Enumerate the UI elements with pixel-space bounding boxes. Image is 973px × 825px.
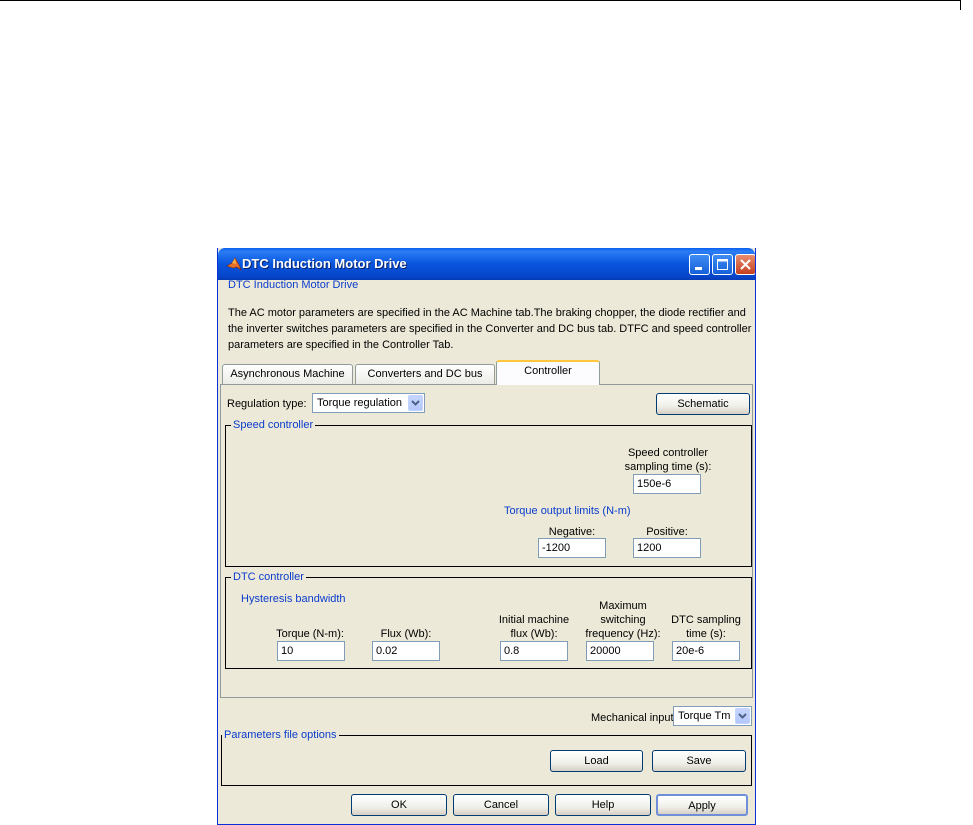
max-switching-label-line1: Maximum xyxy=(599,600,647,612)
description-line-2: the inverter switches parameters are spe… xyxy=(228,323,752,335)
dropdown-arrow-icon xyxy=(735,708,750,724)
dropdown-arrow-icon xyxy=(408,395,423,411)
controller-panel: Regulation type: Torque regulation Schem… xyxy=(220,384,753,698)
mechanical-input-value: Torque Tm xyxy=(678,710,731,722)
torque-output-limits-label: Torque output limits (N-m) xyxy=(504,505,631,517)
page-rule-end-tick xyxy=(960,0,961,10)
speed-sampling-label-line2: sampling time (s): xyxy=(624,461,712,473)
max-switching-label-line3: frequency (Hz): xyxy=(585,628,661,640)
maximize-icon xyxy=(717,259,728,270)
description-line-3: parameters are specified in the Controll… xyxy=(228,339,454,351)
flux-hysteresis-input[interactable]: 0.02 xyxy=(372,641,440,661)
save-button[interactable]: Save xyxy=(652,750,746,772)
tab-controller[interactable]: Controller xyxy=(496,360,600,385)
tab-asynchronous-machine[interactable]: Asynchronous Machine xyxy=(222,364,353,384)
regulation-type-label: Regulation type: xyxy=(227,398,307,410)
speed-controller-group: Speed controller Speed controller sampli… xyxy=(225,419,752,567)
max-switching-frequency-input[interactable]: 20000 xyxy=(586,641,654,661)
schematic-button[interactable]: Schematic xyxy=(656,393,750,415)
load-button[interactable]: Load xyxy=(550,750,643,772)
help-button[interactable]: Help xyxy=(555,794,651,816)
minimize-button[interactable] xyxy=(689,254,710,275)
initial-flux-label-line2: flux (Wb): xyxy=(510,628,558,640)
matlab-logo-icon xyxy=(226,257,242,271)
apply-button[interactable]: Apply xyxy=(656,794,748,816)
page-top-rule xyxy=(0,0,961,1)
close-icon xyxy=(740,259,751,270)
max-switching-frequency-label: Maximum switching frequency (Hz): xyxy=(578,599,668,641)
speed-controller-label: Speed controller xyxy=(231,419,316,431)
torque-hysteresis-input[interactable]: 10 xyxy=(277,641,345,661)
flux-hysteresis-label: Flux (Wb): xyxy=(380,628,432,640)
dialog-header: DTC Induction Motor Drive xyxy=(228,279,359,291)
dtc-sampling-label-line2: time (s): xyxy=(686,628,726,640)
mechanical-input-select[interactable]: Torque Tm xyxy=(673,706,752,726)
parameters-file-options-label: Parameters file options xyxy=(222,729,339,741)
dtc-controller-group: DTC controller Hysteresis bandwidth Torq… xyxy=(225,571,752,669)
maximize-button[interactable] xyxy=(712,254,733,275)
dialog-window: DTC Induction Motor Drive DTC Induction … xyxy=(217,248,756,825)
minimize-icon xyxy=(695,267,702,270)
initial-flux-label: Initial machine flux (Wb): xyxy=(493,613,575,641)
tab-converters-dc-bus[interactable]: Converters and DC bus xyxy=(355,364,495,384)
mechanical-input-label: Mechanical input: xyxy=(591,712,677,724)
torque-hysteresis-label: Torque (N-m): xyxy=(276,628,344,640)
window-title: DTC Induction Motor Drive xyxy=(242,256,407,271)
dtc-controller-label: DTC controller xyxy=(231,571,306,583)
description-line-1: The AC motor parameters are specified in… xyxy=(228,307,746,319)
speed-sampling-time-input[interactable]: 150e-6 xyxy=(633,474,701,494)
negative-label: Negative: xyxy=(548,526,596,538)
regulation-type-select[interactable]: Torque regulation xyxy=(312,393,425,413)
regulation-type-value: Torque regulation xyxy=(317,397,403,409)
close-button[interactable] xyxy=(735,254,755,275)
dtc-sampling-time-label: DTC sampling time (s): xyxy=(666,613,746,641)
speed-sampling-label-line1: Speed controller xyxy=(627,447,709,459)
parameters-file-options-group: Parameters file options Load Save xyxy=(221,729,752,786)
ok-button[interactable]: OK xyxy=(351,794,447,816)
initial-flux-label-line1: Initial machine xyxy=(498,614,570,626)
speed-sampling-label: Speed controller sampling time (s): xyxy=(598,446,738,474)
cancel-button[interactable]: Cancel xyxy=(453,794,549,816)
dtc-sampling-label-line1: DTC sampling xyxy=(671,614,741,626)
torque-positive-input[interactable]: 1200 xyxy=(633,538,701,558)
initial-flux-input[interactable]: 0.8 xyxy=(500,641,568,661)
positive-label: Positive: xyxy=(646,526,688,538)
title-bar[interactable]: DTC Induction Motor Drive xyxy=(218,248,755,280)
max-switching-label-line2: switching xyxy=(600,614,646,626)
torque-negative-input[interactable]: -1200 xyxy=(538,538,606,558)
hysteresis-bandwidth-label: Hysteresis bandwidth xyxy=(241,593,346,605)
dtc-sampling-time-input[interactable]: 20e-6 xyxy=(672,641,740,661)
